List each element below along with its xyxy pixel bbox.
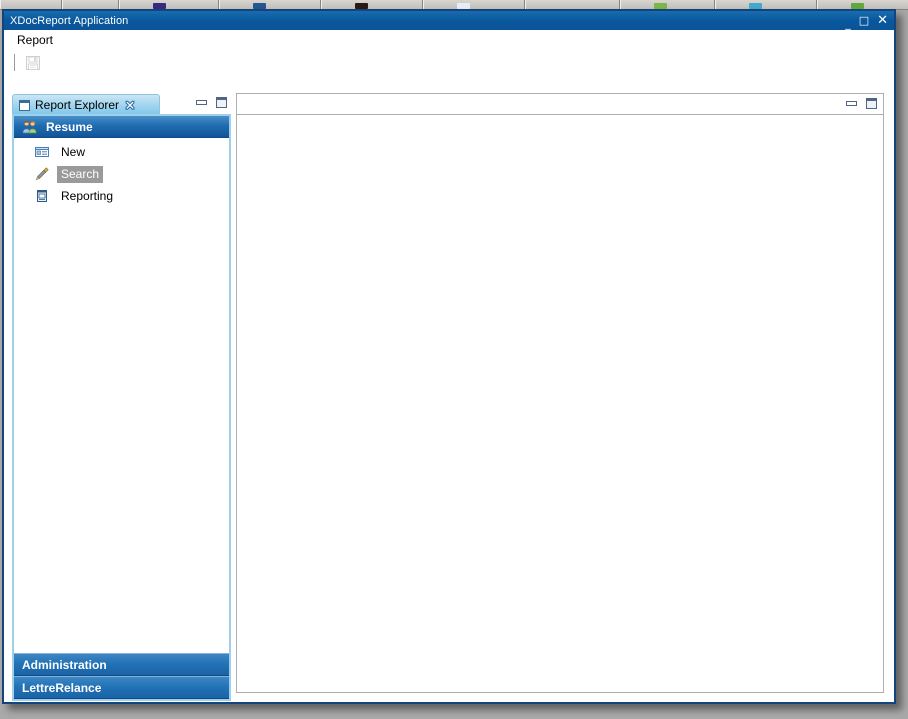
accordion-label-lettrerelance: LettreRelance [22,680,102,695]
editor-view-toolbar [846,98,877,109]
taskbar-button[interactable] [219,0,321,9]
taskbar-button[interactable] [525,0,620,9]
application-window: XDocReport Application _ □ ✕ Report Repo… [2,9,896,704]
accordion-label-resume: Resume [46,119,93,134]
editor-tab-bar [236,93,884,114]
taskbar-button[interactable] [620,0,715,9]
notepad-icon [34,188,50,204]
workbench-body: Report Explorer Resume New Search Report… [4,75,894,702]
window-title: XDocReport Application [10,14,129,27]
view-tab-bar: Report Explorer [12,93,231,115]
minimize-icon[interactable] [846,101,857,106]
title-bar[interactable]: XDocReport Application _ □ ✕ [4,11,894,30]
taskbar-button[interactable] [119,0,219,9]
sidebar-item-new[interactable]: New [14,141,229,163]
accordion-header-administration[interactable]: Administration [14,653,229,676]
view-toolbar [196,97,227,108]
taskbar-button[interactable] [0,0,62,9]
report-explorer-view: Report Explorer Resume New Search Report… [12,93,231,701]
taskbar-button[interactable] [817,0,908,9]
maximize-icon[interactable] [866,98,877,109]
tab-report-explorer[interactable]: Report Explorer [12,94,160,115]
sidebar-item-label: Search [57,165,104,183]
menu-bar: Report [4,30,894,50]
accordion-content-resume: New Search Reporting [14,138,229,653]
menu-item-report[interactable]: Report [13,32,57,48]
minimize-button[interactable]: _ [845,18,851,29]
sidebar-item-reporting[interactable]: Reporting [14,185,229,207]
close-button[interactable]: ✕ [877,14,888,27]
users-icon [22,120,37,133]
taskbar-button[interactable] [423,0,525,9]
close-icon[interactable] [124,99,136,111]
sidebar-item-search[interactable]: Search [14,163,229,185]
taskbar-button[interactable] [321,0,423,9]
taskbar-button[interactable] [62,0,119,9]
window-controls: _ □ ✕ [845,11,888,30]
accordion-header-resume[interactable]: Resume [14,116,229,138]
accordion-header-lettrerelance[interactable]: LettreRelance [14,676,229,699]
minimize-icon[interactable] [196,100,207,105]
maximize-icon[interactable] [216,97,227,108]
maximize-button[interactable]: □ [859,15,869,26]
editor-area [236,93,884,693]
tool-bar [4,50,894,76]
save-button[interactable] [23,53,43,73]
sidebar-item-label: Reporting [61,188,114,203]
editor-content[interactable] [236,114,884,693]
floppy-disk-icon [26,55,40,70]
explorer-panel: Resume New Search Reporting Administrati… [12,114,231,701]
document-icon [19,99,30,111]
form-icon [34,144,50,160]
desktop-background: XDocReport Application _ □ ✕ Report Repo… [0,0,908,719]
sidebar-item-label: New [61,144,86,159]
taskbar-button[interactable] [715,0,817,9]
tab-label: Report Explorer [35,98,120,112]
pencil-icon [34,166,50,182]
accordion-label-administration: Administration [22,657,107,672]
toolbar-separator [14,54,15,71]
